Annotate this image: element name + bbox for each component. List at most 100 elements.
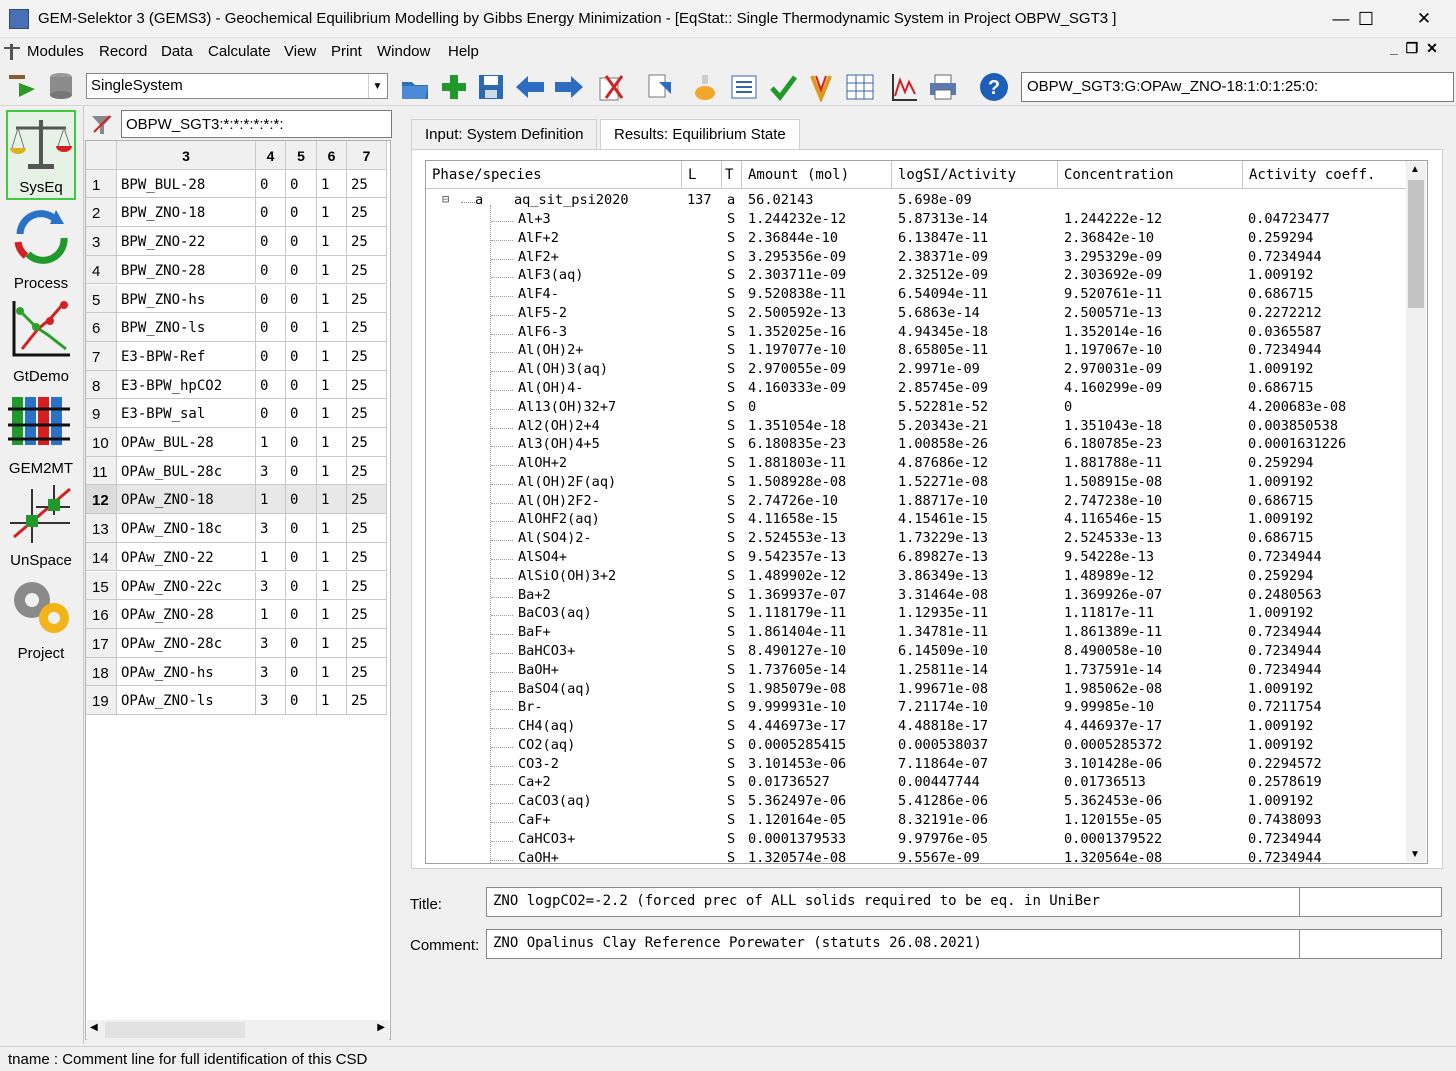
record-row[interactable]: 3 BPW_ZNO-22 0 0 1 25 — [86, 227, 390, 256]
menu-view[interactable]: View — [284, 43, 316, 60]
record-cell[interactable]: 25 — [347, 514, 387, 543]
sidebar-item-unspace[interactable]: UnSpace — [6, 479, 76, 571]
record-cell[interactable]: 25 — [347, 341, 387, 371]
record-row[interactable]: 7 E3-BPW-Ref 0 0 1 25 — [86, 341, 390, 371]
filter-icon[interactable] — [88, 110, 116, 138]
record-cell[interactable]: 1 — [317, 600, 347, 629]
column-header-logsi-activity[interactable]: logSI/Activity — [892, 161, 1058, 189]
column-header[interactable]: 7 — [347, 141, 387, 170]
menu-data[interactable]: Data — [161, 43, 193, 60]
record-row[interactable]: 13 OPAw_ZNO-18c 3 0 1 25 — [86, 514, 390, 543]
record-cell[interactable]: 3 — [256, 628, 286, 658]
record-cell[interactable]: OPAw_ZNO-18c — [117, 514, 256, 543]
record-row[interactable]: 18 OPAw_ZNO-hs 3 0 1 25 — [86, 657, 390, 687]
column-header-activity-coeff[interactable]: Activity coeff. — [1243, 161, 1407, 189]
record-row[interactable]: 14 OPAw_ZNO-22 1 0 1 25 — [86, 542, 390, 572]
record-cell[interactable]: 1 — [256, 485, 286, 515]
record-cell[interactable]: 1 — [317, 169, 347, 199]
record-row[interactable]: 19 OPAw_ZNO-ls 3 0 1 25 — [86, 686, 390, 715]
record-cell[interactable]: 1 — [317, 571, 347, 601]
column-header-t[interactable]: T — [722, 161, 742, 189]
record-cell[interactable]: 25 — [347, 255, 387, 285]
record-cell[interactable]: 25 — [347, 686, 387, 715]
sidebar-item-project[interactable]: Project — [6, 572, 76, 664]
record-cell[interactable]: 1 — [317, 628, 347, 658]
scroll-left-icon[interactable]: ◀ — [90, 1022, 98, 1033]
scroll-thumb[interactable] — [105, 1022, 245, 1038]
record-cell[interactable]: 0 — [286, 542, 317, 572]
record-cell[interactable]: OPAw_ZNO-hs — [117, 657, 256, 687]
record-cell[interactable]: 1 — [317, 284, 347, 314]
scroll-up-icon[interactable]: ▲ — [1410, 164, 1420, 175]
record-cell[interactable]: E3-BPW_sal — [117, 399, 256, 428]
help-icon[interactable]: ? — [977, 70, 1011, 104]
record-cell[interactable]: 1 — [317, 657, 347, 687]
record-cell[interactable]: 0 — [286, 341, 317, 371]
sidebar-item-gem2mt[interactable]: GEM2MT — [6, 387, 76, 479]
maximize-button[interactable]: ☐ — [1342, 0, 1390, 38]
menu-window[interactable]: Window — [377, 43, 430, 60]
record-row[interactable]: 1 BPW_BUL-28 0 0 1 25 — [86, 169, 390, 199]
record-cell[interactable]: 0 — [286, 428, 317, 457]
column-header[interactable]: 4 — [256, 141, 286, 170]
record-cell[interactable]: OPAw_BUL-28 — [117, 428, 256, 457]
previous-record-icon[interactable] — [513, 70, 547, 104]
sidebar-item-process[interactable]: Process — [6, 202, 76, 294]
record-cell[interactable]: 1 — [256, 428, 286, 457]
record-row[interactable]: 8 E3-BPW_hpCO2 0 0 1 25 — [86, 370, 390, 400]
record-cell[interactable]: 25 — [347, 628, 387, 658]
column-header[interactable]: 5 — [286, 141, 317, 170]
title-field[interactable]: ZNO logpCO2=-2.2 (forced prec of ALL sol… — [486, 887, 1300, 917]
record-cell[interactable]: 0 — [286, 313, 317, 342]
record-cell[interactable]: 0 — [256, 341, 286, 371]
mdi-window-controls[interactable]: _ ❐ ✕ — [1390, 40, 1440, 57]
record-cell[interactable]: BPW_ZNO-28 — [117, 255, 256, 285]
record-cell[interactable]: 0 — [286, 686, 317, 715]
record-cell[interactable]: BPW_ZNO-22 — [117, 227, 256, 256]
record-cell[interactable]: 0 — [286, 485, 317, 515]
record-cell[interactable]: 25 — [347, 370, 387, 400]
record-cell[interactable]: 1 — [317, 255, 347, 285]
record-cell[interactable]: 1 — [317, 514, 347, 543]
scroll-thumb[interactable] — [1408, 180, 1424, 308]
open-folder-icon[interactable] — [398, 70, 432, 104]
record-row[interactable]: 15 OPAw_ZNO-22c 3 0 1 25 — [86, 571, 390, 601]
record-cell[interactable]: 0 — [256, 313, 286, 342]
record-cell[interactable]: 25 — [347, 657, 387, 687]
results-tree[interactable]: Phase/species L T Amount (mol) logSI/Act… — [425, 160, 1428, 864]
tab-results-equilibrium-state[interactable]: Results: Equilibrium State — [600, 119, 800, 150]
record-cell[interactable]: 1 — [256, 542, 286, 572]
record-cell[interactable]: 3 — [256, 657, 286, 687]
flask-icon[interactable] — [688, 70, 722, 104]
record-cell[interactable]: OPAw_ZNO-28c — [117, 628, 256, 658]
menu-modules[interactable]: Modules — [27, 43, 84, 60]
record-cell[interactable]: 1 — [317, 542, 347, 572]
delete-record-icon[interactable] — [594, 70, 628, 104]
record-cell[interactable]: 1 — [317, 227, 347, 256]
menu-help[interactable]: Help — [448, 43, 479, 60]
record-cell[interactable]: BPW_ZNO-hs — [117, 284, 256, 314]
record-cell[interactable]: 25 — [347, 542, 387, 572]
sysfile-icon[interactable] — [5, 69, 39, 103]
record-row[interactable]: 16 OPAw_ZNO-28 1 0 1 25 — [86, 600, 390, 629]
record-row[interactable]: 2 BPW_ZNO-18 0 0 1 25 — [86, 198, 390, 228]
record-cell[interactable]: 3 — [256, 514, 286, 543]
mode-select[interactable]: SingleSystem — [86, 73, 388, 99]
scroll-down-icon[interactable]: ▼ — [1410, 849, 1420, 860]
record-cell[interactable]: 1 — [317, 428, 347, 457]
record-cell[interactable]: 0 — [286, 227, 317, 256]
record-cell[interactable]: BPW_BUL-28 — [117, 169, 256, 199]
database-icon[interactable] — [44, 69, 78, 103]
column-header-amount[interactable]: Amount (mol) — [742, 161, 892, 189]
record-cell[interactable]: OPAw_ZNO-22c — [117, 571, 256, 601]
record-cell[interactable]: 0 — [286, 399, 317, 428]
column-header-l[interactable]: L — [682, 161, 722, 189]
record-cell[interactable]: 1 — [317, 313, 347, 342]
record-cell[interactable]: 25 — [347, 600, 387, 629]
record-cell[interactable]: 0 — [286, 198, 317, 228]
record-cell[interactable]: 1 — [256, 600, 286, 629]
record-cell[interactable]: 1 — [317, 370, 347, 400]
table-icon[interactable] — [843, 70, 877, 104]
record-cell[interactable]: 0 — [286, 370, 317, 400]
record-cell[interactable]: OPAw_ZNO-ls — [117, 686, 256, 715]
